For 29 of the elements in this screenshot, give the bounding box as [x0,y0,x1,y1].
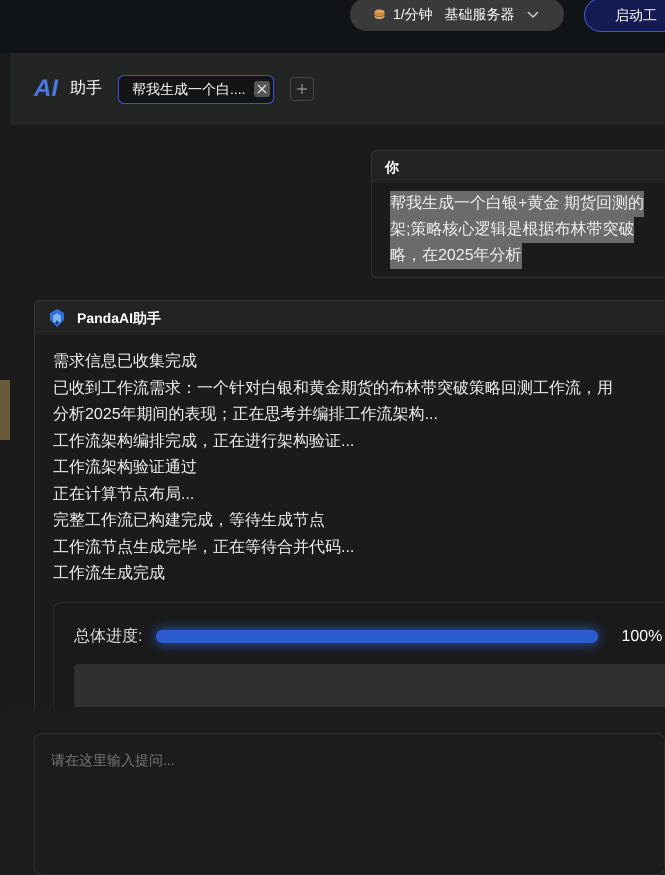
panda-logo-icon [47,308,67,328]
status-message-text: 分析2025年期间的表现；正在思考并编排工作流架构... [53,404,438,425]
ai-logo: AI [34,74,58,104]
question-input-field[interactable]: 请在这里输入提问... [34,733,665,875]
close-tab-button[interactable] [254,81,270,97]
new-tab-button[interactable] [290,77,314,101]
selected-message-text: 架;策略核心逻辑是根据布林带突破 [390,217,634,243]
status-message-text: 已收到工作流需求：一个针对白银和黄金期货的布林带突破策略回测工作流，用 [53,378,613,398]
server-selector[interactable]: 1/分钟 基础服务器 [350,0,564,31]
coins-icon [374,8,385,20]
start-button[interactable]: 启动工 [584,0,665,32]
progress-percent: 100% [621,626,662,646]
chevron-down-icon [526,10,539,18]
status-message-text: 工作流架构编排完成，正在进行架构验证... [53,432,354,452]
progress-label: 总体进度: [74,626,142,646]
chat-tab[interactable]: 帮我生成一个白.... [118,74,274,104]
status-message-text: 需求信息已收集完成 [53,352,197,372]
status-message-text: 工作流节点生成完毕，正在等待合并代码... [53,538,354,558]
message-author: PandaAI助手 [77,308,162,328]
status-message-text: 完整工作流已构建完成，等待生成节点 [53,510,325,531]
status-message-text: 工作流架构验证通过 [53,458,197,478]
status-message-text: 正在计算节点布局... [53,484,194,504]
selected-message-text: 帮我生成一个白银+黄金 期货回测的 [390,191,644,217]
status-message-text: 工作流生成完成 [53,564,165,584]
close-icon [256,84,267,94]
plus-icon [296,84,307,94]
message-author: 你 [385,158,399,176]
selected-message-text: 略，在2025年分析 [390,243,522,269]
panel-title: 助手 [70,78,102,99]
